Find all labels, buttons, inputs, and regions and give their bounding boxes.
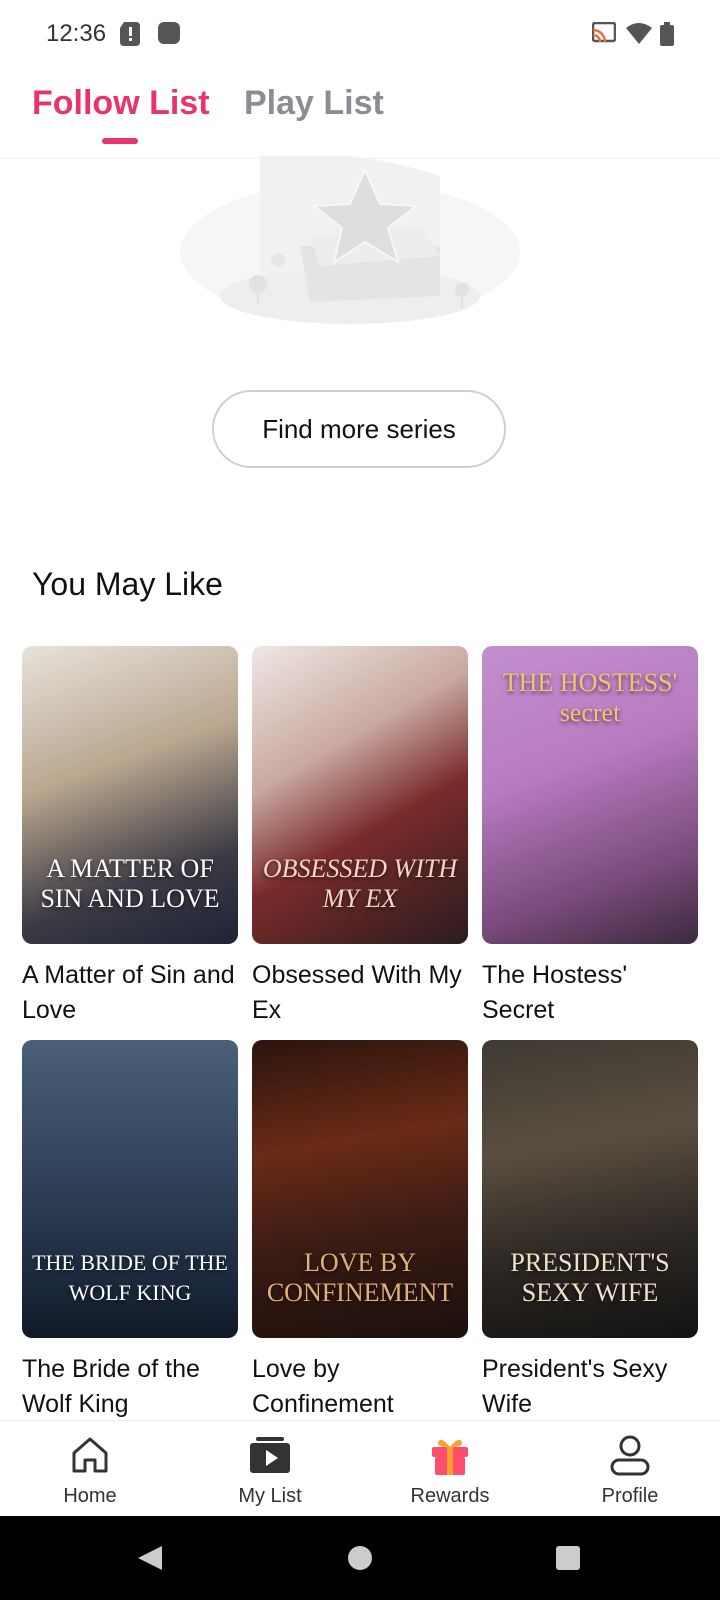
series-card[interactable]: THE HOSTESS' secret The Hostess' Secret: [482, 646, 698, 1028]
series-title[interactable]: The Hostess' Secret: [482, 958, 698, 1028]
cover-text: OBSESSED WITH MY EX: [262, 854, 458, 913]
active-tab-indicator: [102, 138, 138, 144]
cast-icon: [592, 22, 616, 43]
bottom-nav: Home My List Rewards Profile: [0, 1420, 720, 1517]
series-card[interactable]: A MATTER OF SIN AND LOVE A Matter of Sin…: [22, 646, 238, 1028]
nav-home[interactable]: Home: [0, 1421, 180, 1517]
nav-label-profile: Profile: [601, 1485, 659, 1507]
tab-follow-list[interactable]: Follow List: [32, 84, 210, 123]
nav-label-my-list: My List: [238, 1485, 302, 1507]
wifi-icon: [626, 23, 652, 44]
back-icon[interactable]: [136, 1544, 164, 1572]
series-cover[interactable]: THE BRIDE OF THE WOLF KING: [22, 1040, 238, 1338]
series-card[interactable]: THE BRIDE OF THE WOLF KING The Bride of …: [22, 1040, 238, 1422]
nav-my-list[interactable]: My List: [180, 1421, 360, 1517]
nav-label-rewards: Rewards: [410, 1485, 490, 1507]
status-time: 12:36: [46, 20, 107, 47]
nav-profile[interactable]: Profile: [540, 1421, 720, 1517]
profile-icon: [610, 1435, 650, 1476]
series-title[interactable]: President's Sexy Wife: [482, 1352, 698, 1422]
series-cover[interactable]: THE HOSTESS' secret: [482, 646, 698, 944]
tab-play-list[interactable]: Play List: [244, 84, 384, 123]
series-cover[interactable]: PRESIDENT'S SEXY WIFE: [482, 1040, 698, 1338]
series-card[interactable]: LOVE BY CONFINEMENT Love by Confinement: [252, 1040, 468, 1422]
cover-text: A MATTER OF SIN AND LOVE: [40, 854, 220, 913]
home-circle-icon[interactable]: [346, 1544, 374, 1572]
series-cover[interactable]: A MATTER OF SIN AND LOVE: [22, 646, 238, 944]
record-icon: [158, 22, 180, 44]
gift-icon: [432, 1439, 468, 1475]
section-title: You May Like: [32, 566, 223, 602]
series-title[interactable]: The Bride of the Wolf King: [22, 1352, 238, 1422]
find-more-series-button[interactable]: Find more series: [212, 390, 506, 468]
recents-icon[interactable]: [554, 1544, 582, 1572]
cover-text: THE BRIDE OF THE WOLF KING: [32, 1250, 228, 1305]
series-title[interactable]: Obsessed With My Ex: [252, 958, 468, 1028]
series-card[interactable]: OBSESSED WITH MY EX Obsessed With My Ex: [252, 646, 468, 1028]
nav-label-home: Home: [63, 1485, 117, 1507]
series-title[interactable]: Love by Confinement: [252, 1352, 468, 1422]
cover-text: LOVE BY CONFINEMENT: [266, 1248, 454, 1307]
my-list-icon: [250, 1437, 290, 1473]
home-icon: [72, 1437, 108, 1473]
series-title[interactable]: A Matter of Sin and Love: [22, 958, 238, 1028]
alert-card-icon: [120, 22, 140, 46]
cover-text: THE HOSTESS' secret: [502, 668, 678, 727]
empty-star-trophy-icon: [180, 156, 520, 324]
status-bar: 12:36: [0, 0, 720, 72]
system-nav-bar: [0, 1516, 720, 1600]
battery-icon: [660, 22, 674, 46]
list-tabs: Follow List Play List: [0, 72, 720, 159]
cover-text: PRESIDENT'S SEXY WIFE: [510, 1248, 670, 1307]
series-cover[interactable]: LOVE BY CONFINEMENT: [252, 1040, 468, 1338]
nav-rewards[interactable]: Rewards: [360, 1421, 540, 1517]
series-cover[interactable]: OBSESSED WITH MY EX: [252, 646, 468, 944]
series-card[interactable]: PRESIDENT'S SEXY WIFE President's Sexy W…: [482, 1040, 698, 1422]
